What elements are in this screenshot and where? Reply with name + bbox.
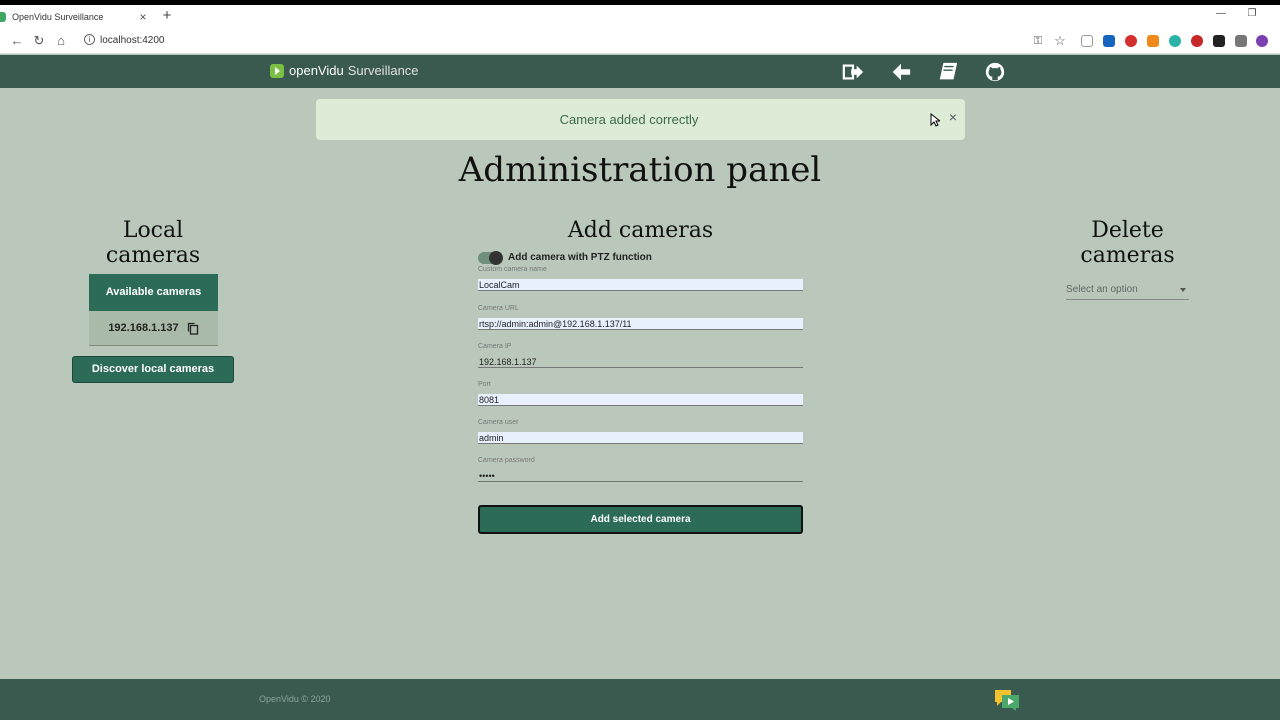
key-icon[interactable]: ⚿: [1030, 33, 1046, 49]
toggle-knob: [489, 251, 503, 265]
heading-line: cameras: [1080, 243, 1175, 268]
app-header: openVidu Surveillance: [0, 55, 1280, 88]
camera-url-input[interactable]: rtsp://admin:admin@192.168.1.137/11: [478, 318, 803, 330]
local-cameras-heading: Local cameras: [80, 218, 226, 268]
footer: OpenVidu © 2020: [0, 679, 1280, 720]
delete-cameras-heading: Delete cameras: [1060, 218, 1195, 268]
camera-user-field[interactable]: Camera user admin: [478, 419, 803, 444]
extension-icon[interactable]: [1147, 35, 1159, 47]
camera-name-field[interactable]: Custom camera name LocalCam: [478, 266, 803, 291]
minimize-icon[interactable]: —: [1211, 8, 1231, 19]
ptz-toggle[interactable]: [478, 251, 503, 265]
field-label: Camera URL: [478, 305, 519, 312]
success-alert: Camera added correctly ×: [316, 99, 965, 140]
alert-message: Camera added correctly: [559, 112, 699, 127]
camera-ip-input[interactable]: 192.168.1.137: [478, 356, 803, 368]
field-label: Camera password: [478, 457, 535, 464]
mouse-cursor-icon: [930, 113, 940, 127]
profile-avatar-icon[interactable]: [1256, 35, 1268, 47]
brand-subtitle: Surveillance: [347, 63, 419, 78]
camera-list-item[interactable]: 192.168.1.137: [89, 311, 218, 346]
openvidu-logo-icon[interactable]: [994, 688, 1020, 712]
extension-icon[interactable]: [1191, 35, 1203, 47]
camera-password-input[interactable]: •••••: [478, 470, 803, 482]
add-cameras-heading: Add cameras: [567, 218, 714, 243]
restore-icon[interactable]: ❐: [1242, 8, 1262, 19]
add-selected-camera-button[interactable]: Add selected camera: [478, 505, 803, 534]
back-icon[interactable]: ←: [9, 33, 25, 49]
extension-icon[interactable]: [1169, 35, 1181, 47]
heading-line: Local: [122, 218, 184, 243]
camera-user-input[interactable]: admin: [478, 432, 803, 444]
reload-icon[interactable]: ↻: [31, 33, 47, 49]
extension-icon[interactable]: [1213, 35, 1225, 47]
field-label: Camera IP: [478, 343, 512, 350]
port-field[interactable]: Port 8081: [478, 381, 803, 406]
ptz-toggle-label: Add camera with PTZ function: [508, 252, 652, 263]
discover-local-cameras-button[interactable]: Discover local cameras: [72, 356, 234, 383]
url-text[interactable]: localhost:4200: [100, 35, 165, 46]
favicon-icon: [0, 12, 6, 22]
docs-book-icon[interactable]: [937, 61, 959, 83]
delete-camera-select[interactable]: Select an option: [1066, 284, 1189, 300]
heading-line: cameras: [105, 243, 201, 268]
extension-icon[interactable]: [1103, 35, 1115, 47]
field-label: Port: [478, 381, 491, 388]
camera-url-field[interactable]: Camera URL rtsp://admin:admin@192.168.1.…: [478, 305, 803, 330]
camera-ip: 192.168.1.137: [108, 322, 179, 334]
port-input[interactable]: 8081: [478, 394, 803, 406]
close-icon[interactable]: ×: [949, 109, 957, 125]
address-bar: ← ↻ ⌂ i localhost:4200 ⚿ ☆: [0, 29, 1280, 54]
logout-icon[interactable]: [842, 61, 864, 83]
brand[interactable]: openVidu Surveillance: [270, 63, 419, 78]
footer-copyright: OpenVidu © 2020: [259, 694, 331, 704]
copy-icon[interactable]: [187, 322, 199, 335]
camera-password-field[interactable]: Camera password •••••: [478, 457, 803, 482]
camera-ip-field[interactable]: Camera IP 192.168.1.137: [478, 343, 803, 368]
bookmark-star-icon[interactable]: ☆: [1052, 33, 1068, 49]
openvidu-logo-icon: [270, 63, 284, 78]
browser-tab[interactable]: OpenVidu Surveillance ×: [0, 5, 150, 29]
heading-line: Delete: [1091, 218, 1164, 243]
dropdown-arrow-icon: [1180, 288, 1186, 292]
site-info-icon[interactable]: i: [84, 34, 95, 45]
available-cameras-header: Available cameras: [89, 274, 218, 311]
field-label: Camera user: [478, 419, 519, 426]
new-tab-icon[interactable]: +: [160, 7, 174, 24]
close-tab-icon[interactable]: ×: [136, 10, 150, 24]
browser-tab-bar: OpenVidu Surveillance × + — ❐: [0, 5, 1280, 29]
github-icon[interactable]: [984, 61, 1006, 83]
field-label: Custom camera name: [478, 266, 547, 273]
back-arrow-icon[interactable]: [890, 61, 912, 83]
select-placeholder: Select an option: [1066, 284, 1138, 295]
brand-name: openVidu: [289, 63, 344, 78]
extension-icon[interactable]: [1081, 35, 1093, 47]
puzzle-icon[interactable]: [1235, 35, 1247, 47]
camera-name-input[interactable]: LocalCam: [478, 279, 803, 291]
extension-icon[interactable]: [1125, 35, 1137, 47]
page-title: Administration panel: [458, 150, 822, 190]
tab-title: OpenVidu Surveillance: [12, 12, 104, 22]
home-icon[interactable]: ⌂: [53, 33, 69, 49]
